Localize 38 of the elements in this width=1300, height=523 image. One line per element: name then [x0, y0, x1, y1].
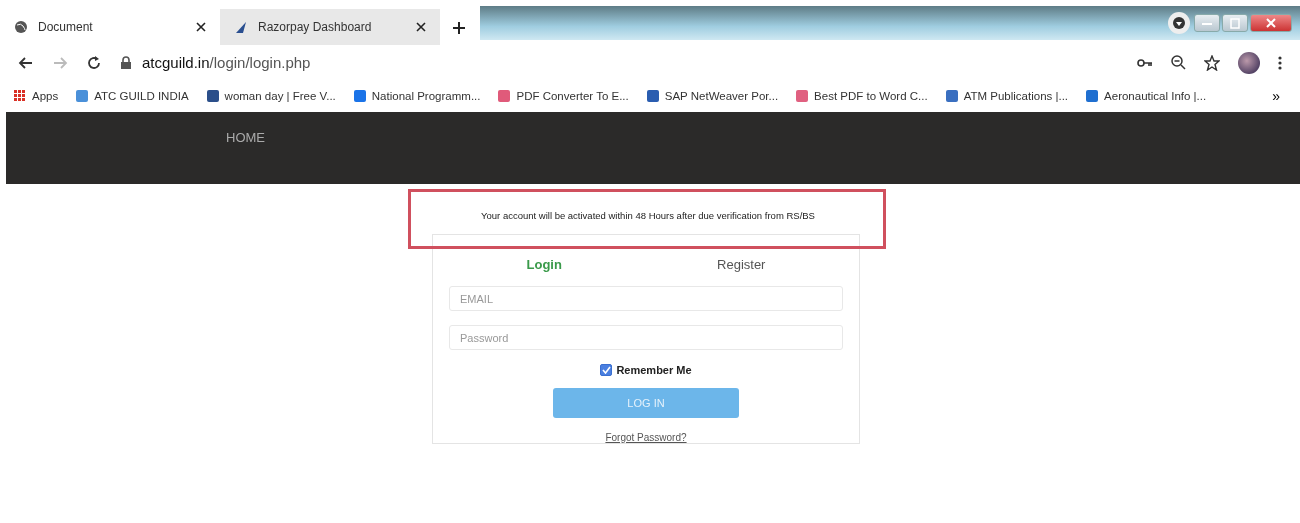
- close-icon: [1264, 17, 1278, 29]
- bookmark-star-button[interactable]: [1204, 54, 1220, 71]
- lock-icon: [120, 56, 132, 69]
- close-icon[interactable]: [196, 22, 206, 32]
- password-field[interactable]: Password: [449, 325, 843, 351]
- forgot-password-link[interactable]: Forgot Password?: [605, 432, 687, 443]
- zoom-out-button[interactable]: [1171, 55, 1186, 70]
- menu-button[interactable]: [1278, 55, 1282, 70]
- plus-icon: [453, 22, 465, 34]
- browser-tab[interactable]: Razorpay Dashboard: [220, 9, 440, 45]
- check-icon: [601, 366, 611, 375]
- more-bookmarks-button[interactable]: »: [1266, 88, 1286, 104]
- bookmark-item[interactable]: National Programm...: [353, 90, 481, 102]
- address-field[interactable]: atcguild.in/login/login.php: [142, 54, 311, 71]
- bookmark-item[interactable]: Best PDF to Word C...: [796, 90, 928, 102]
- bookmark-item[interactable]: Apps: [14, 90, 59, 102]
- bookmark-item[interactable]: SAP NetWeaver Por...: [646, 90, 779, 102]
- checkbox[interactable]: [600, 364, 613, 377]
- notice-text: Your account will be activated within 48 Hours after due verification from RS/BS: [480, 210, 816, 221]
- maximize-icon: [1228, 17, 1242, 29]
- form-tab[interactable]: Login: [516, 255, 572, 274]
- back-button[interactable]: [18, 54, 34, 71]
- bookmark-item[interactable]: PDF Converter To E...: [498, 90, 629, 102]
- logo-icon: [234, 20, 248, 34]
- close-icon[interactable]: [416, 22, 426, 32]
- globe-icon: [14, 20, 28, 34]
- checkbox-label: Remember Me: [616, 364, 692, 377]
- form-tab[interactable]: Register: [707, 255, 776, 274]
- email-field[interactable]: EMAIL: [449, 286, 843, 312]
- bookmark-item[interactable]: ATM Publications |...: [945, 90, 1069, 102]
- bookmark-item[interactable]: ATC GUILD INDIA: [76, 90, 189, 102]
- close-button[interactable]: [1250, 14, 1292, 32]
- chevron-down-icon: [1173, 17, 1185, 29]
- nav-link[interactable]: HOME: [226, 129, 265, 145]
- avatar-button[interactable]: [1238, 51, 1260, 74]
- reload-button[interactable]: [86, 54, 102, 71]
- bookmark-item[interactable]: Aeronautical Info |...: [1086, 90, 1207, 102]
- bookmark-item[interactable]: woman day | Free V...: [206, 90, 336, 102]
